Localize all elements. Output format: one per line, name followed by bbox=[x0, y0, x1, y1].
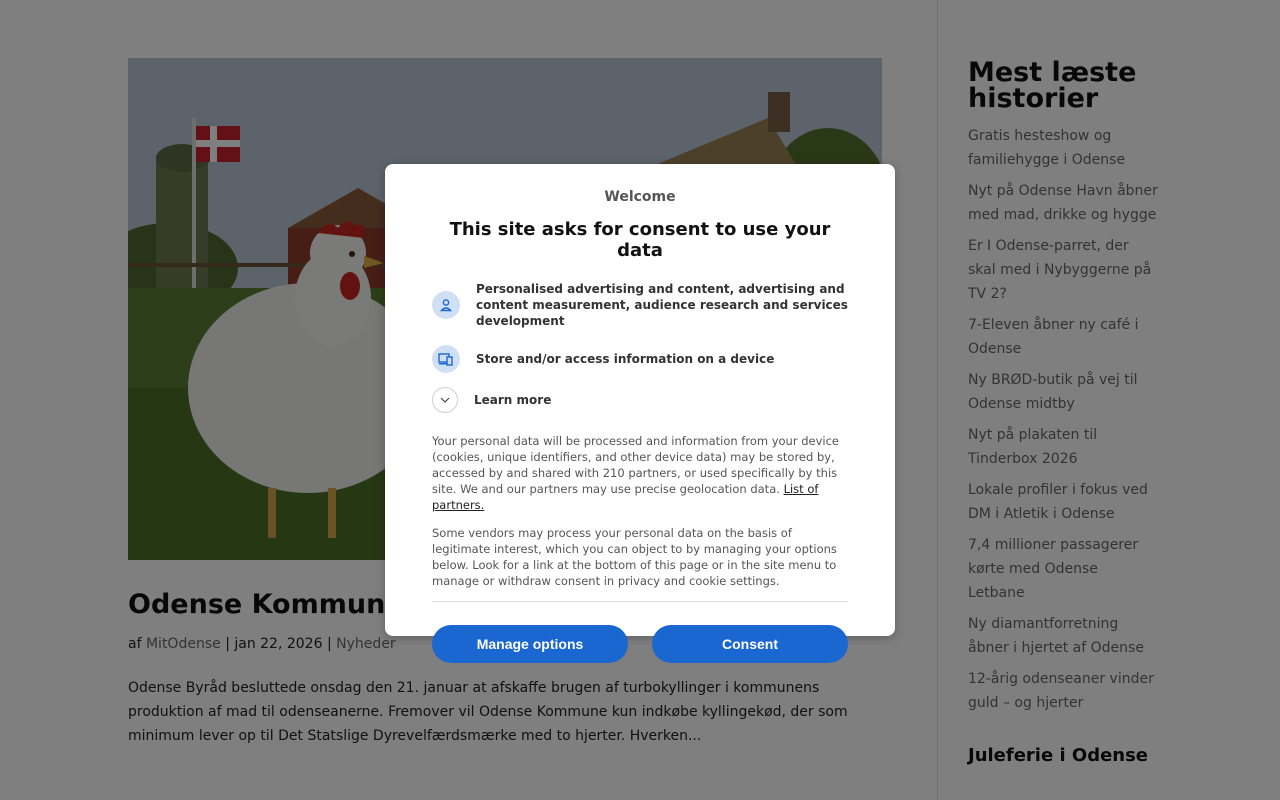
learn-more-toggle[interactable]: Learn more bbox=[432, 387, 848, 413]
chevron-down-icon bbox=[432, 387, 458, 413]
consent-welcome: Welcome bbox=[604, 189, 676, 205]
consent-buttons: Manage options Consent bbox=[432, 625, 848, 663]
devices-icon bbox=[432, 345, 460, 373]
purpose-text: Store and/or access information on a dev… bbox=[476, 352, 775, 366]
page: Odense Kommune afskaffer turbokyllinger … bbox=[0, 0, 1280, 800]
purpose-item: Personalised advertising and content, ad… bbox=[432, 281, 848, 329]
consent-paragraph-1: Your personal data will be processed and… bbox=[432, 433, 848, 513]
purpose-text: Personalised advertising and content, ad… bbox=[476, 282, 848, 328]
person-icon bbox=[432, 291, 460, 319]
purpose-item: Store and/or access information on a dev… bbox=[432, 345, 848, 373]
consent-divider bbox=[432, 601, 848, 602]
consent-paragraph-1-text: Your personal data will be processed and… bbox=[432, 434, 840, 496]
consent-button[interactable]: Consent bbox=[652, 625, 848, 663]
consent-paragraph-2: Some vendors may process your personal d… bbox=[432, 526, 837, 588]
learn-more-label: Learn more bbox=[474, 393, 552, 407]
consent-title: This site asks for consent to use your d… bbox=[449, 219, 831, 261]
manage-options-button[interactable]: Manage options bbox=[432, 625, 628, 663]
consent-dialog: Welcome This site asks for consent to us… bbox=[385, 164, 895, 663]
